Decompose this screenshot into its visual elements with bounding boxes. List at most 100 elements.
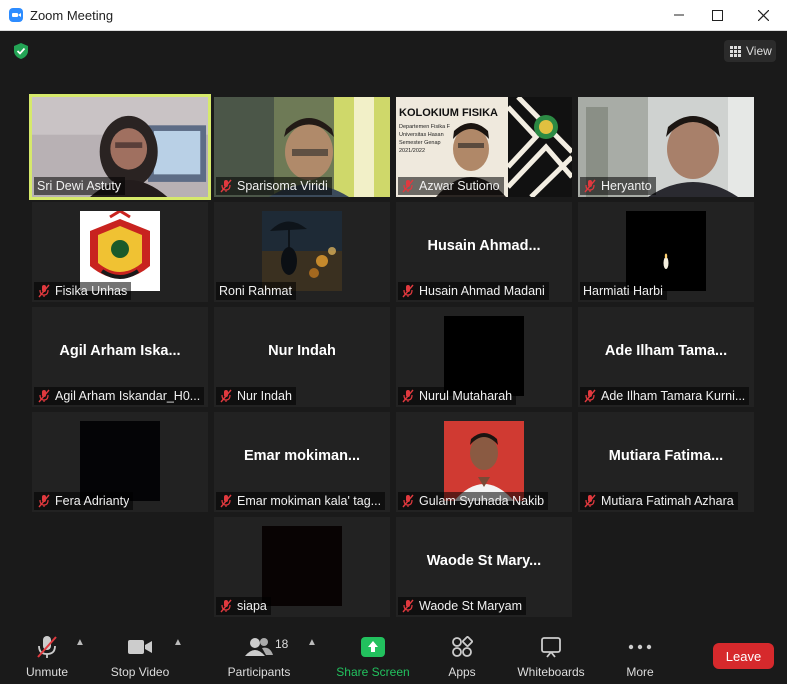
zoom-app-icon: [9, 8, 23, 22]
close-icon: [757, 9, 769, 21]
muted-microphone-icon: [220, 599, 232, 613]
participant-name-label: Heryanto: [580, 177, 656, 195]
video-tile[interactable]: Fera Adrianty: [32, 412, 208, 512]
video-tile[interactable]: Ade Ilham Tama... Ade Ilham Tamara Kurni…: [578, 307, 754, 407]
participant-name-label: Ade Ilham Tamara Kurni...: [580, 387, 750, 405]
muted-microphone-icon: [402, 599, 414, 613]
muted-microphone-icon: [38, 389, 50, 403]
participant-display-name: Waode St Mary...: [426, 553, 542, 569]
muted-microphone-icon: [220, 494, 232, 508]
video-tile[interactable]: Harmiati Harbi: [578, 202, 754, 302]
slide-title: KOLOKIUM FISIKA: [399, 107, 498, 119]
video-tile[interactable]: Nurul Mutaharah: [396, 307, 572, 407]
participant-name-label: Sri Dewi Astuty: [34, 177, 126, 195]
video-tile[interactable]: Fisika Unhas: [32, 202, 208, 302]
whiteboard-icon: [541, 637, 561, 658]
participant-display-name: Emar mokiman...: [243, 448, 361, 464]
more-button[interactable]: More: [620, 635, 660, 681]
participant-name-label: Harmiati Harbi: [580, 282, 667, 300]
video-tile[interactable]: Gulam Syuhada Nakib: [396, 412, 572, 512]
muted-microphone-icon: [220, 389, 232, 403]
muted-microphone-icon: [402, 179, 414, 193]
video-options-caret-icon[interactable]: ▲: [173, 637, 183, 648]
video-tile[interactable]: Sparisoma Viridi: [214, 97, 390, 197]
profile-picture: [626, 211, 706, 291]
participant-name-label: Roni Rahmat: [216, 282, 296, 300]
participants-count-badge: 18: [275, 637, 289, 651]
video-tile[interactable]: Nur Indah Nur Indah: [214, 307, 390, 407]
video-tile[interactable]: siapa: [214, 517, 390, 617]
profile-picture: [80, 421, 160, 501]
video-tile[interactable]: Mutiara Fatima... Mutiara Fatimah Azhara: [578, 412, 754, 512]
video-tile[interactable]: Agil Arham Iska... Agil Arham Iskandar_H…: [32, 307, 208, 407]
participants-icon: [245, 638, 273, 656]
profile-picture: [262, 526, 342, 606]
video-tile[interactable]: Sri Dewi Astuty: [29, 94, 211, 200]
minimize-icon: [674, 14, 684, 16]
participant-name-label: Fisika Unhas: [34, 282, 132, 300]
muted-microphone-icon: [402, 284, 414, 298]
slide-text: Departemen Fisika F Universitas Hasan Se…: [399, 124, 451, 154]
participant-name-label: Fera Adrianty: [34, 492, 134, 510]
video-camera-icon: [128, 640, 152, 654]
close-button[interactable]: [743, 0, 783, 30]
audio-options-caret-icon[interactable]: ▲: [75, 637, 85, 648]
participant-display-name: Ade Ilham Tama...: [604, 343, 728, 359]
participant-display-name: Agil Arham Iska...: [59, 343, 181, 359]
maximize-button[interactable]: [697, 0, 737, 30]
muted-microphone-icon: [220, 179, 232, 193]
grid-icon: [730, 45, 741, 57]
meeting-stage: View Sri Dewi Astuty Sparisoma Viridi KO…: [0, 31, 787, 627]
encryption-shield-icon[interactable]: [12, 42, 30, 60]
participant-display-name: Husain Ahmad...: [427, 238, 541, 254]
whiteboards-button[interactable]: Whiteboards: [512, 635, 590, 681]
muted-microphone-icon: [584, 494, 596, 508]
participant-name-label: Azwar Sutiono: [398, 177, 504, 195]
participant-name-label: Sparisoma Viridi: [216, 177, 332, 195]
profile-picture: [444, 421, 524, 501]
profile-picture: [444, 316, 524, 396]
video-tile[interactable]: Emar mokiman... Emar mokiman kala' tag..…: [214, 412, 390, 512]
participant-name-label: Husain Ahmad Madani: [398, 282, 549, 300]
video-tile[interactable]: Roni Rahmat: [214, 202, 390, 302]
apps-icon: [452, 636, 473, 657]
meeting-toolbar: Unmute ▲ Stop Video ▲ Participants 18 ▲: [0, 627, 787, 684]
participant-name-label: Nur Indah: [216, 387, 296, 405]
muted-microphone-icon: [584, 179, 596, 193]
share-screen-icon: [361, 637, 385, 657]
video-tile[interactable]: Waode St Mary... Waode St Maryam: [396, 517, 572, 617]
participant-display-name: Mutiara Fatima...: [608, 448, 724, 464]
participant-name-label: Emar mokiman kala' tag...: [216, 492, 386, 510]
minimize-button[interactable]: [659, 0, 699, 30]
more-dots-icon: [628, 644, 652, 650]
stop-video-button[interactable]: Stop Video: [105, 635, 175, 681]
leave-button[interactable]: Leave: [713, 643, 774, 669]
participant-name-label: Gulam Syuhada Nakib: [398, 492, 549, 510]
video-tile[interactable]: KOLOKIUM FISIKA Departemen Fisika F Univ…: [396, 97, 572, 197]
view-label: View: [746, 44, 772, 58]
participants-options-caret-icon[interactable]: ▲: [307, 637, 317, 648]
muted-microphone-icon: [584, 389, 596, 403]
profile-picture: [80, 211, 160, 291]
window-title: Zoom Meeting: [30, 8, 114, 23]
muted-microphone-icon: [402, 494, 414, 508]
participant-name-label: Mutiara Fatimah Azhara: [580, 492, 738, 510]
participant-name-label: Nurul Mutaharah: [398, 387, 517, 405]
muted-microphone-icon: [402, 389, 414, 403]
apps-button[interactable]: Apps: [440, 635, 484, 681]
view-button[interactable]: View: [724, 40, 776, 62]
video-tile[interactable]: Heryanto: [578, 97, 754, 197]
maximize-icon: [711, 9, 723, 21]
muted-microphone-icon: [38, 284, 50, 298]
participant-name-label: Waode St Maryam: [398, 597, 527, 615]
participant-name-label: Agil Arham Iskandar_H0...: [34, 387, 205, 405]
participant-name-label: siapa: [216, 597, 271, 615]
participant-display-name: Nur Indah: [268, 343, 336, 359]
profile-picture: [262, 211, 342, 291]
unmute-button[interactable]: Unmute: [18, 635, 76, 681]
title-bar: Zoom Meeting: [0, 0, 787, 31]
muted-microphone-icon: [37, 636, 57, 658]
video-tile[interactable]: Husain Ahmad... Husain Ahmad Madani: [396, 202, 572, 302]
muted-microphone-icon: [38, 494, 50, 508]
share-screen-button[interactable]: Share Screen: [334, 635, 412, 681]
